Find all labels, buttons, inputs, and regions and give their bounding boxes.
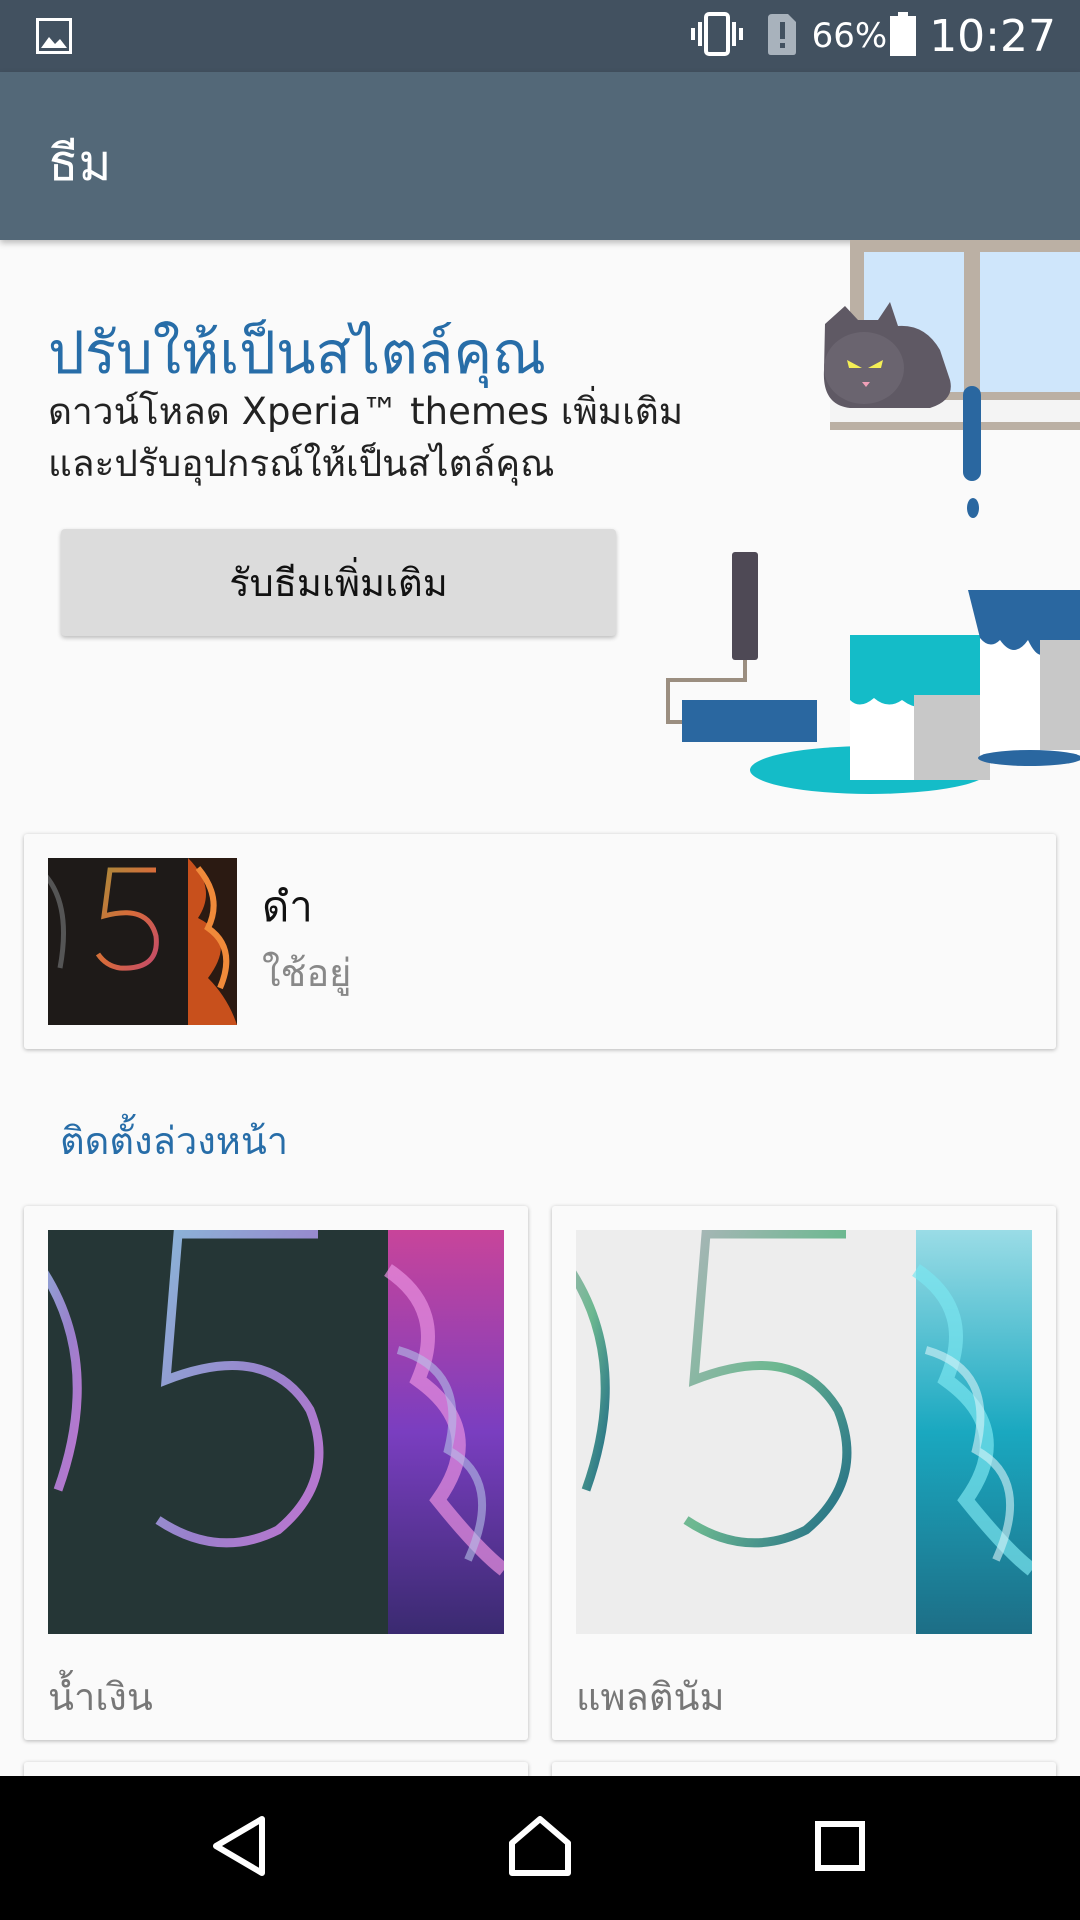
clock: 10:27 — [929, 10, 1056, 62]
vibrate-icon — [690, 12, 744, 60]
home-icon — [507, 1815, 573, 1881]
theme-label-platinum: แพลตินัม — [576, 1675, 725, 1719]
sim-alert-icon — [766, 12, 798, 60]
current-theme-status: ใช้อยู่ — [262, 951, 352, 995]
theme-card-platinum[interactable]: แพลตินัม — [552, 1206, 1056, 1740]
navigation-bar — [0, 1776, 1080, 1920]
hero-description-line1: ดาวน์โหลด Xperia™ themes เพิ่มเติม — [48, 390, 684, 433]
recents-button[interactable] — [750, 1776, 930, 1920]
theme-thumbnail-blue — [48, 1230, 504, 1634]
theme-thumbnail-platinum — [576, 1230, 1032, 1634]
status-bar: 66% 10:27 — [0, 0, 1080, 72]
paint-illustration — [666, 240, 1080, 794]
current-theme-card[interactable]: ดำ ใช้อยู่ — [24, 834, 1056, 1049]
battery-icon — [889, 12, 917, 60]
theme-label-blue: น้ำเงิน — [48, 1675, 153, 1719]
theme-card-blue[interactable]: น้ำเงิน — [24, 1206, 528, 1740]
gallery-icon — [36, 18, 72, 58]
hero-description: ดาวน์โหลด Xperia™ themes เพิ่มเติม และปร… — [48, 386, 748, 490]
preinstalled-section-header: ติดตั้งล่วงหน้า — [60, 1119, 289, 1163]
home-button[interactable] — [450, 1776, 630, 1920]
back-icon — [210, 1815, 270, 1881]
page-title: ธีม — [48, 134, 112, 192]
get-more-themes-button[interactable]: รับธีมเพิ่มเติม — [61, 529, 616, 636]
back-button[interactable] — [150, 1776, 330, 1920]
app-bar: ธีม — [0, 72, 1080, 240]
battery-percent: 66% — [811, 16, 888, 56]
recents-icon — [814, 1820, 866, 1876]
hero-description-line2: และปรับอุปกรณ์ให้เป็นสไตล์คุณ — [48, 442, 555, 485]
current-theme-name: ดำ — [262, 882, 313, 931]
current-theme-thumbnail — [48, 858, 237, 1025]
